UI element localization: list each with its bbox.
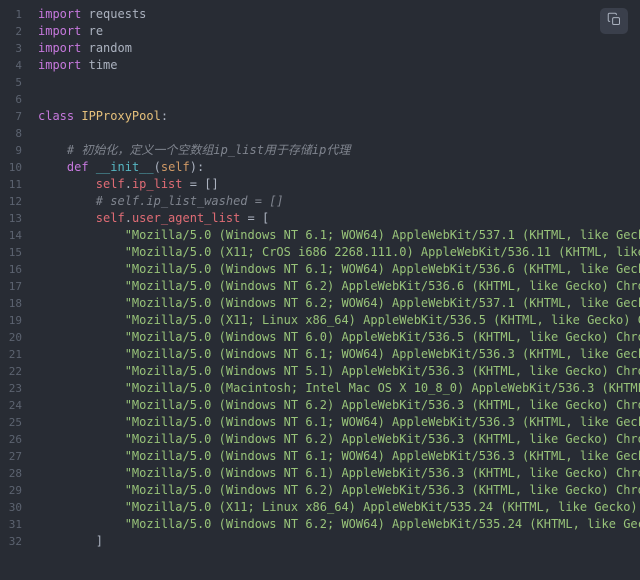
copy-icon [607,12,622,30]
line-number: 4 [0,57,30,74]
line-number: 2 [0,23,30,40]
code-line: import requests [38,6,640,23]
code-line: "Mozilla/5.0 (Windows NT 6.2) AppleWebKi… [38,397,640,414]
code-line: "Mozilla/5.0 (X11; Linux x86_64) AppleWe… [38,499,640,516]
code-line: self.ip_list = [] [38,176,640,193]
line-number: 7 [0,108,30,125]
line-number: 29 [0,482,30,499]
code-line: import re [38,23,640,40]
line-gutter: 1234567891011121314151617181920212223242… [0,0,30,580]
code-line: "Mozilla/5.0 (Windows NT 6.1; WOW64) App… [38,448,640,465]
code-editor[interactable]: 1234567891011121314151617181920212223242… [0,0,640,580]
line-number: 28 [0,465,30,482]
code-line: ] [38,533,640,550]
code-line [38,125,640,142]
code-line: "Mozilla/5.0 (Windows NT 6.2) AppleWebKi… [38,431,640,448]
line-number: 3 [0,40,30,57]
line-number: 19 [0,312,30,329]
line-number: 22 [0,363,30,380]
line-number: 30 [0,499,30,516]
line-number: 14 [0,227,30,244]
line-number: 23 [0,380,30,397]
code-line: "Mozilla/5.0 (Windows NT 6.1; WOW64) App… [38,346,640,363]
line-number: 17 [0,278,30,295]
code-line: "Mozilla/5.0 (X11; Linux x86_64) AppleWe… [38,312,640,329]
line-number: 9 [0,142,30,159]
line-number: 31 [0,516,30,533]
code-line: "Mozilla/5.0 (Windows NT 6.1; WOW64) App… [38,227,640,244]
line-number: 6 [0,91,30,108]
code-area[interactable]: import requestsimport reimport randomimp… [30,0,640,580]
line-number: 20 [0,329,30,346]
line-number: 21 [0,346,30,363]
code-line [38,91,640,108]
code-line: class IPProxyPool: [38,108,640,125]
line-number: 12 [0,193,30,210]
code-line: "Mozilla/5.0 (Windows NT 6.2; WOW64) App… [38,295,640,312]
code-line: self.user_agent_list = [ [38,210,640,227]
line-number: 16 [0,261,30,278]
line-number: 15 [0,244,30,261]
code-line: "Mozilla/5.0 (Windows NT 6.2) AppleWebKi… [38,278,640,295]
line-number: 18 [0,295,30,312]
line-number: 32 [0,533,30,550]
code-line: import time [38,57,640,74]
line-number: 11 [0,176,30,193]
code-line: "Mozilla/5.0 (Windows NT 6.2; WOW64) App… [38,516,640,533]
code-line: "Mozilla/5.0 (X11; CrOS i686 2268.111.0)… [38,244,640,261]
line-number: 5 [0,74,30,91]
line-number: 10 [0,159,30,176]
line-number: 25 [0,414,30,431]
code-line: "Mozilla/5.0 (Windows NT 6.2) AppleWebKi… [38,482,640,499]
code-line: "Mozilla/5.0 (Windows NT 5.1) AppleWebKi… [38,363,640,380]
code-line [38,74,640,91]
code-line: "Mozilla/5.0 (Windows NT 6.1) AppleWebKi… [38,465,640,482]
code-line: def __init__(self): [38,159,640,176]
line-number: 8 [0,125,30,142]
copy-button[interactable] [600,8,628,34]
line-number: 24 [0,397,30,414]
line-number: 1 [0,6,30,23]
code-line: "Mozilla/5.0 (Windows NT 6.1; WOW64) App… [38,414,640,431]
line-number: 13 [0,210,30,227]
code-line: "Mozilla/5.0 (Windows NT 6.0) AppleWebKi… [38,329,640,346]
code-line: # self.ip_list_washed = [] [38,193,640,210]
code-line: "Mozilla/5.0 (Windows NT 6.1; WOW64) App… [38,261,640,278]
code-line: "Mozilla/5.0 (Macintosh; Intel Mac OS X … [38,380,640,397]
line-number: 26 [0,431,30,448]
code-line: # 初始化，定义一个空数组ip_list用于存储ip代理 [38,142,640,159]
code-line: import random [38,40,640,57]
line-number: 27 [0,448,30,465]
